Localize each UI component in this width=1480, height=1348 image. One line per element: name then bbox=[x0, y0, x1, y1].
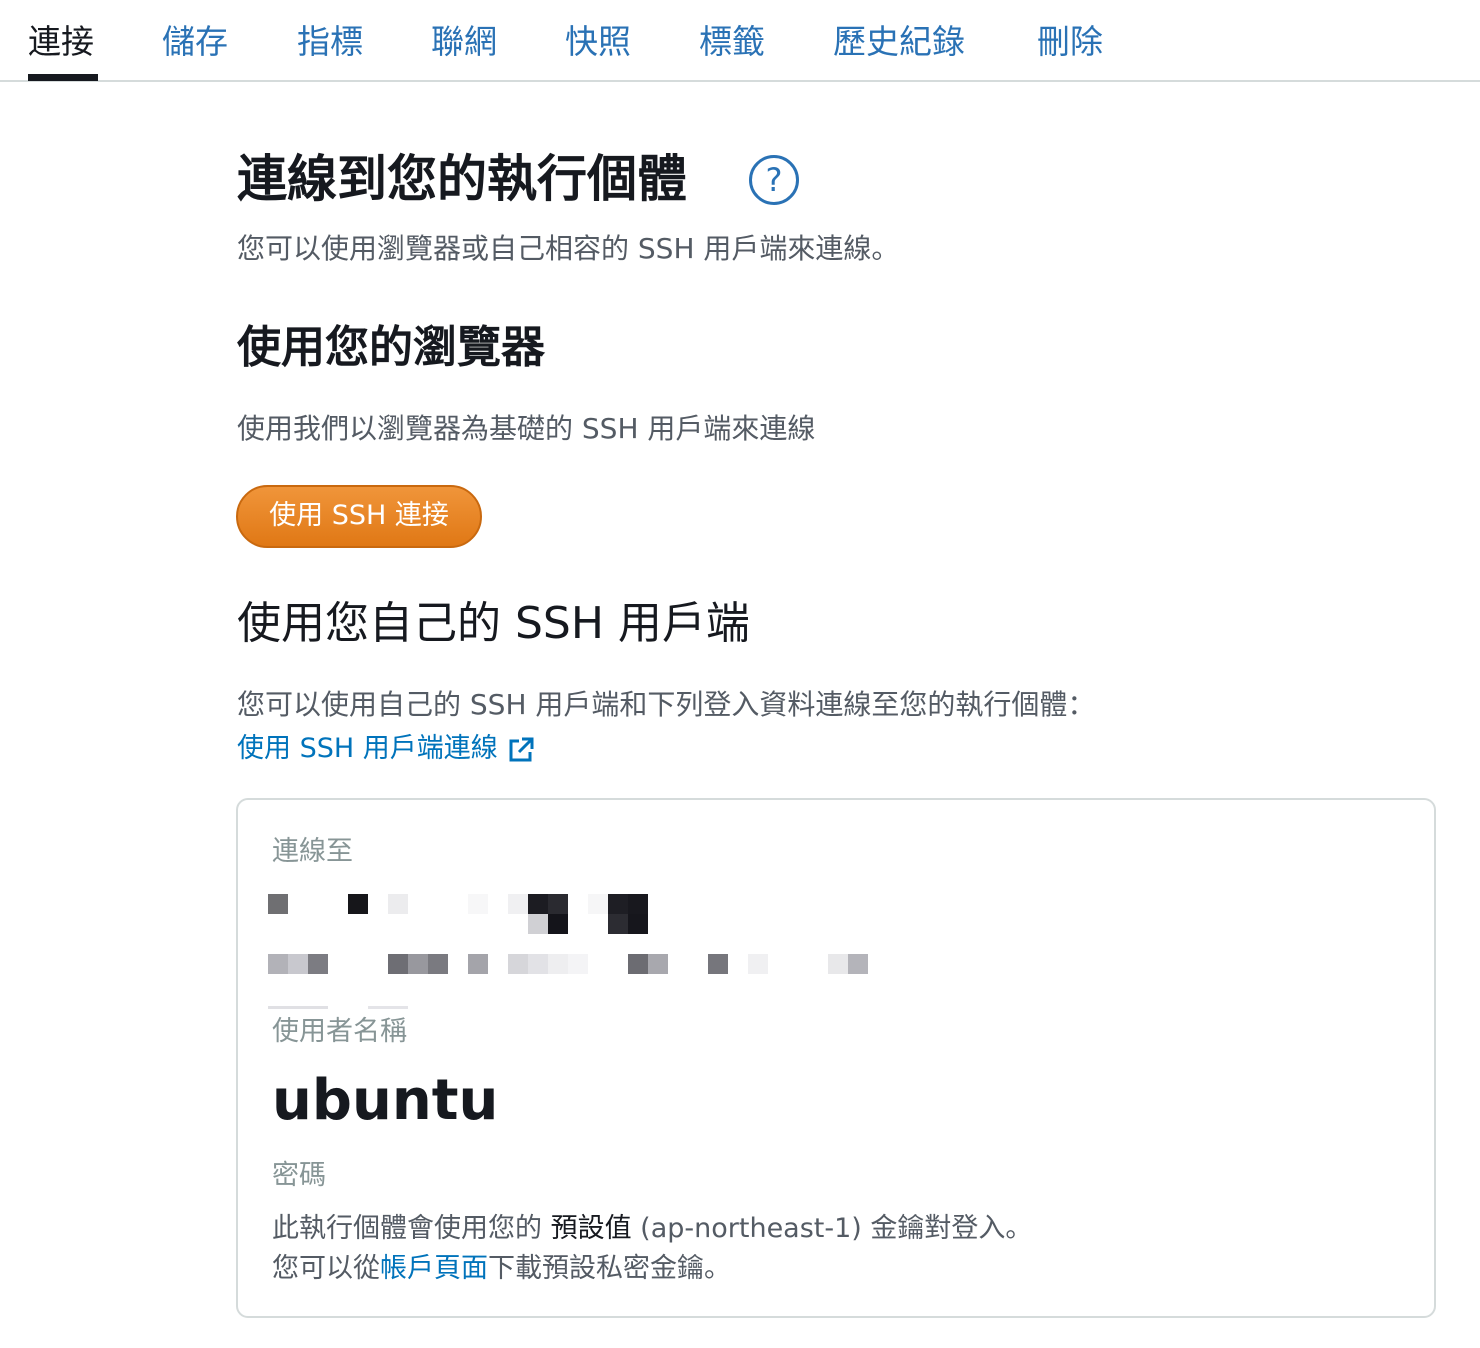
tab-networking[interactable]: 聯網 bbox=[431, 20, 497, 64]
password-info-suffix: (ap-northeast-1) 金鑰對登入。 bbox=[631, 1213, 1033, 1244]
download-key-prefix: 您可以從 bbox=[272, 1253, 380, 1284]
tab-history[interactable]: 歷史紀錄 bbox=[833, 20, 965, 64]
active-tab-indicator bbox=[28, 74, 98, 81]
own-client-section-description: 您可以使用自己的 SSH 用戶端和下列登入資料連線至您的執行個體： bbox=[237, 688, 1096, 721]
password-info-line-1: 此執行個體會使用您的 預設值 (ap-northeast-1) 金鑰對登入。 bbox=[272, 1210, 1032, 1248]
username-value: ubuntu bbox=[272, 1068, 499, 1133]
help-icon[interactable]: ? bbox=[749, 155, 799, 205]
external-link-icon[interactable] bbox=[507, 736, 535, 764]
redacted-address bbox=[268, 894, 868, 1009]
tab-bar: 連接 儲存 指標 聯網 快照 標籤 歷史紀錄 刪除 bbox=[0, 0, 1480, 82]
browser-section-description: 使用我們以瀏覽器為基礎的 SSH 用戶端來連線 bbox=[237, 412, 816, 445]
tab-connect[interactable]: 連接 bbox=[28, 20, 94, 64]
password-info-line-2: 您可以從帳戶頁面下載預設私密金鑰。 bbox=[272, 1250, 731, 1288]
password-info-prefix: 此執行個體會使用您的 bbox=[272, 1213, 551, 1244]
password-label: 密碼 bbox=[272, 1160, 326, 1191]
tab-delete[interactable]: 刪除 bbox=[1037, 20, 1103, 64]
page-title: 連線到您的執行個體 bbox=[237, 150, 687, 208]
own-client-section-title: 使用您自己的 SSH 用戶端 bbox=[237, 598, 750, 649]
tab-metrics[interactable]: 指標 bbox=[297, 20, 363, 64]
page-subtitle: 您可以使用瀏覽器或自己相容的 SSH 用戶端來連線。 bbox=[237, 232, 900, 265]
account-page-link[interactable]: 帳戶頁面 bbox=[380, 1253, 488, 1284]
download-key-suffix: 下載預設私密金鑰。 bbox=[488, 1253, 731, 1284]
default-key-label: 預設值 bbox=[550, 1213, 632, 1244]
tab-storage[interactable]: 儲存 bbox=[162, 20, 228, 64]
tab-tags[interactable]: 標籤 bbox=[699, 20, 765, 64]
username-label: 使用者名稱 bbox=[272, 1016, 407, 1047]
connect-using-ssh-button[interactable]: 使用 SSH 連接 bbox=[236, 485, 482, 548]
tab-snapshots[interactable]: 快照 bbox=[565, 20, 631, 64]
connection-details-card: 連線至 使用者名稱 ubuntu 密碼 此執行個體會使用您的 預設值 (ap-n… bbox=[236, 798, 1436, 1318]
connect-to-label: 連線至 bbox=[272, 836, 353, 867]
ssh-client-doc-link[interactable]: 使用 SSH 用戶端連線 bbox=[237, 730, 498, 768]
browser-section-title: 使用您的瀏覽器 bbox=[237, 322, 545, 373]
